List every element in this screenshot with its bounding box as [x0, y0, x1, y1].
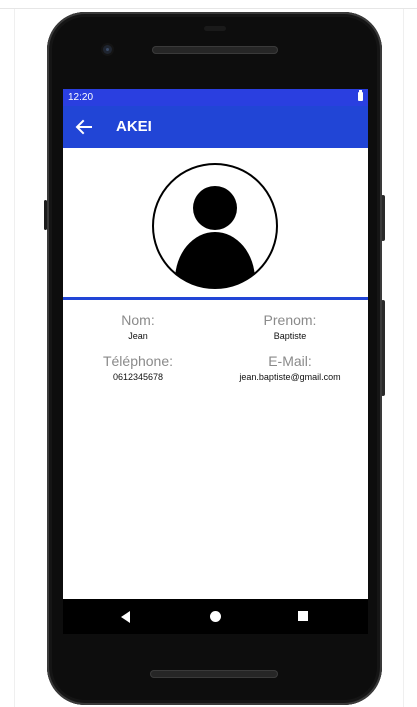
front-camera-icon	[103, 45, 112, 54]
profile-divider	[63, 297, 368, 300]
phone-screen: 12:20 AKEI Nom: Jean Prenom: Baptiste Té…	[63, 89, 368, 634]
nom-value: Jean	[128, 331, 148, 341]
user-avatar-icon	[151, 162, 279, 290]
nom-label: Nom:	[121, 312, 155, 328]
email-label: E-Mail:	[268, 353, 312, 369]
app-title: AKEI	[116, 118, 152, 135]
status-bar: 12:20	[63, 89, 368, 106]
app-bar: AKEI	[63, 106, 368, 148]
left-gutter-line	[14, 9, 15, 707]
nav-recents-square-icon[interactable]	[298, 611, 308, 621]
window-top-border	[0, 8, 417, 9]
phone-top-speaker	[152, 46, 278, 54]
telephone-value: 0612345678	[112, 372, 164, 382]
status-time: 12:20	[68, 92, 94, 103]
system-nav-bar	[63, 599, 368, 634]
battery-full-icon	[358, 90, 363, 101]
arrow-left-icon[interactable]	[73, 116, 95, 138]
phone-earpiece	[204, 26, 226, 31]
camera-lens	[106, 48, 109, 51]
nav-home-circle-icon[interactable]	[210, 611, 221, 622]
telephone-label: Téléphone:	[102, 353, 174, 369]
phone-bottom-speaker	[150, 670, 278, 678]
email-value: jean.baptiste@gmail.com	[239, 372, 341, 382]
prenom-label: Prenom:	[263, 312, 317, 328]
nav-back-triangle-icon[interactable]	[121, 611, 130, 623]
prenom-value: Baptiste	[273, 331, 307, 341]
emulator-window: 12:20 AKEI Nom: Jean Prenom: Baptiste Té…	[0, 0, 417, 707]
right-gutter-line	[403, 9, 404, 707]
